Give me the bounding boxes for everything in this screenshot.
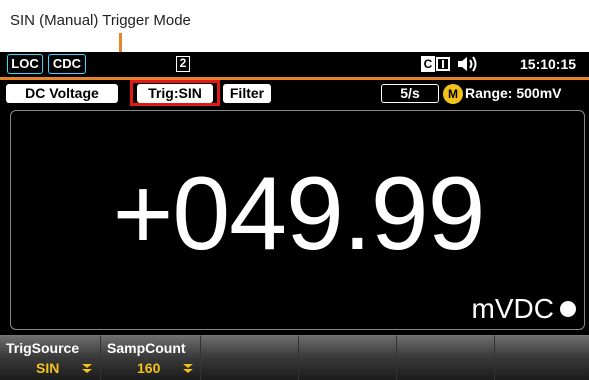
math-icon: M	[443, 84, 463, 104]
main-display: +049.99 mVDC	[10, 110, 585, 330]
function-label[interactable]: DC Voltage	[6, 84, 118, 103]
chevron-down-icon	[183, 364, 193, 373]
slot-number-icon: 2	[176, 56, 190, 72]
softkey-label: SampCount	[107, 340, 186, 356]
status-dot-icon	[560, 301, 576, 317]
cdc-indicator: CDC	[48, 54, 86, 74]
clock-time: 15:10:15	[520, 56, 577, 72]
softkey-6[interactable]	[495, 335, 589, 380]
memory-icon	[436, 57, 450, 71]
softkey-value: SIN	[36, 360, 60, 376]
function-bar: DC Voltage Trig:SIN Filter 5/s M Range: …	[0, 80, 589, 106]
chevron-down-icon	[82, 364, 92, 373]
unit-area: mVDC	[472, 293, 576, 325]
unit-label: mVDC	[471, 293, 554, 324]
softkey-5[interactable]	[397, 335, 495, 380]
softkey-value: 160	[137, 360, 161, 376]
trigger-highlight-box: Trig:SIN	[130, 80, 220, 106]
speaker-icon	[458, 56, 477, 72]
softkey-3[interactable]	[201, 335, 299, 380]
range-label[interactable]: Range: 500mV	[465, 84, 561, 103]
softkey-bar: TrigSource SIN SampCount 160	[0, 335, 589, 380]
softkey-sampcount[interactable]: SampCount 160	[101, 335, 201, 380]
trigger-label[interactable]: Trig:SIN	[137, 84, 213, 103]
measurement-reading: +049.99	[112, 156, 486, 272]
softkey-trigsource[interactable]: TrigSource SIN	[0, 335, 101, 380]
loc-indicator: LOC	[7, 54, 43, 74]
status-bar: LOC CDC 2 C 15:10:15	[0, 52, 589, 76]
filter-label[interactable]: Filter	[223, 84, 271, 103]
annotation-label: SIN (Manual) Trigger Mode	[10, 12, 191, 29]
sample-rate[interactable]: 5/s	[381, 84, 439, 103]
c-icon: C	[421, 56, 435, 72]
instrument-screen: LOC CDC 2 C 15:10:15 DC Voltage Trig:SIN…	[0, 52, 589, 380]
softkey-label: TrigSource	[6, 340, 80, 356]
softkey-4[interactable]	[299, 335, 397, 380]
